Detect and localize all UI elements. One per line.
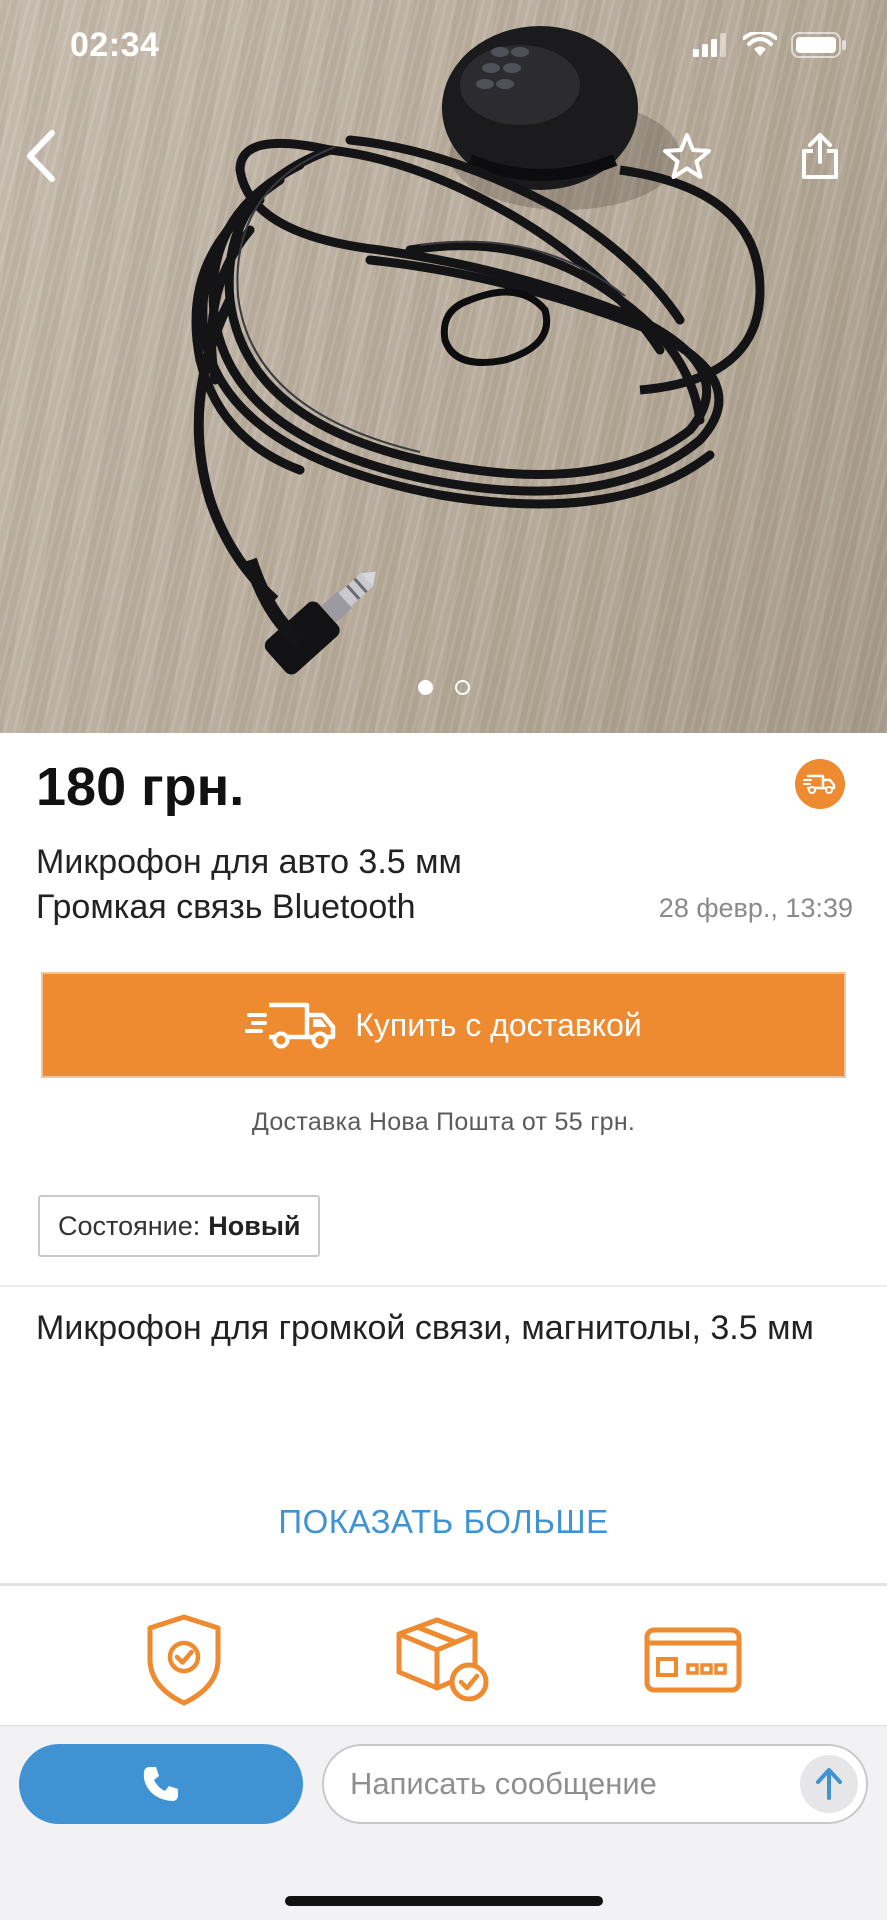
share-button[interactable] [784, 120, 856, 192]
favorite-button[interactable] [651, 120, 723, 192]
posted-date: 28 февр., 13:39 [658, 893, 853, 923]
status-icons [693, 32, 847, 58]
status-bar: 02:34 [0, 0, 887, 96]
feature-delivery-check[interactable] [388, 1610, 498, 1710]
message-input[interactable] [350, 1746, 790, 1822]
back-arrow-icon [27, 130, 55, 182]
back-button[interactable] [4, 120, 76, 192]
show-more-link[interactable]: ПОКАЗАТЬ БОЛЬШЕ [0, 1503, 887, 1541]
description-text: Микрофон для громкой связи, магнитолы, 3… [36, 1309, 814, 1347]
fast-truck-icon [245, 1002, 336, 1049]
send-button[interactable] [800, 1755, 858, 1813]
divider [0, 1583, 887, 1586]
buy-with-delivery-button[interactable]: Купить с доставкой [41, 972, 846, 1078]
features-row [0, 1610, 887, 1725]
feature-card-payment[interactable] [638, 1610, 748, 1710]
box-check-icon [396, 1617, 489, 1702]
status-time: 02:34 [70, 26, 160, 64]
shield-check-icon [147, 1614, 221, 1706]
condition-label: Состояние: [58, 1210, 201, 1241]
bottom-action-bar [0, 1725, 887, 1920]
divider [0, 1285, 887, 1287]
call-button[interactable] [19, 1744, 303, 1824]
delivery-badge [795, 759, 845, 809]
star-icon [663, 133, 711, 179]
cellular-signal-icon [693, 33, 726, 57]
share-icon [802, 133, 838, 179]
send-arrow-icon [816, 1768, 842, 1800]
home-indicator[interactable] [285, 1896, 603, 1906]
product-photo [191, 26, 765, 675]
delivery-note: Доставка Нова Пошта от 55 грн. [251, 1108, 636, 1136]
gallery-pager [0, 680, 887, 695]
payment-card-icon [644, 1627, 742, 1693]
condition-tag: Состояние: Новый [38, 1195, 321, 1257]
price: 180 грн. [36, 757, 245, 817]
pager-dot-active[interactable] [417, 680, 433, 695]
message-field[interactable] [322, 1744, 868, 1824]
listing-title: Микрофон для авто 3.5 мм Громкая связь B… [36, 843, 462, 926]
wifi-icon [743, 32, 777, 56]
pager-dot[interactable] [454, 680, 470, 695]
phone-icon [143, 1767, 178, 1801]
product-photo-gallery[interactable]: 02:34 [0, 0, 887, 733]
delivery-truck-icon [803, 774, 836, 794]
battery-icon [791, 32, 846, 58]
feature-safe-deal[interactable] [129, 1610, 239, 1710]
condition-value: Новый [208, 1210, 301, 1241]
buy-button-label: Купить с доставкой [355, 1006, 642, 1043]
